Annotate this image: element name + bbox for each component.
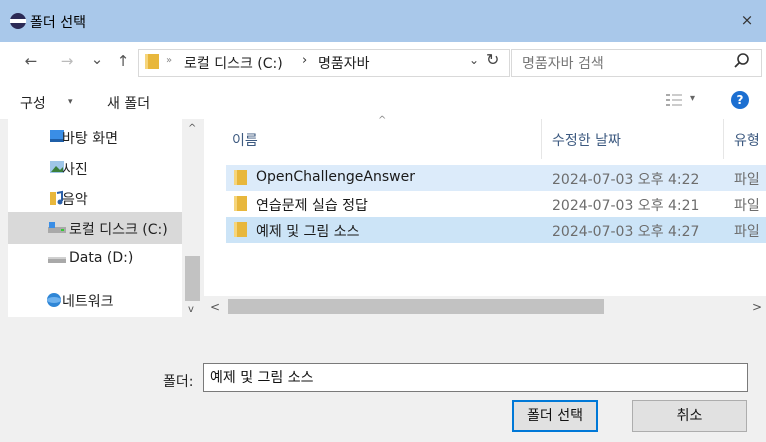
view-options-icon[interactable] [664,92,686,108]
up-button[interactable]: ↑ [114,51,132,71]
breadcrumb-chevron[interactable]: » [166,55,172,66]
file-type: 파일 [734,172,760,188]
organize-dropdown-icon[interactable]: ▾ [68,97,73,107]
new-folder-button[interactable]: 새 폴더 [107,93,150,113]
breadcrumb-separator-icon[interactable]: › [302,53,307,68]
file-name: OpenChallengeAnswer [256,169,415,185]
folder-field-label: 폴더: [163,374,194,390]
forward-button[interactable]: → [58,51,76,71]
folder-icon [145,54,159,69]
file-row[interactable]: 예제 및 그림 소스 2024-07-03 오후 4:27 파일 [226,217,766,243]
folder-icon [234,196,247,211]
nav-item-pictures[interactable]: 사진 [8,152,182,184]
drive-icon [48,257,66,263]
nav-label: 네트워크 [62,294,114,310]
drive-icon [48,222,66,233]
organize-button[interactable]: 구성 [20,93,46,113]
eclipse-app-icon [10,13,26,29]
network-icon [47,293,61,307]
refresh-icon[interactable]: ↻ [486,50,499,69]
nav-item-local-disk-c[interactable]: 로컬 디스크 (C:) [8,212,182,244]
file-type: 파일 [734,224,760,240]
file-row[interactable]: 연습문제 실습 정답 2024-07-03 오후 4:21 파일 [226,191,766,217]
search-icon[interactable] [733,52,751,70]
close-button[interactable]: × [737,10,757,30]
scroll-down-icon[interactable]: v [188,304,194,315]
column-header-type[interactable]: 유형 [734,130,760,150]
nav-item-desktop[interactable]: 바탕 화면 [8,121,182,153]
nav-item-music[interactable]: 음악 [8,182,182,214]
column-header-name[interactable]: 이름 [232,130,258,150]
folder-icon [234,170,247,185]
column-divider[interactable] [541,119,542,159]
file-date: 2024-07-03 오후 4:27 [552,224,700,240]
file-name: 연습문제 실습 정답 [256,198,368,214]
file-row[interactable]: OpenChallengeAnswer 2024-07-03 오후 4:22 파… [226,165,766,191]
nav-item-data-d[interactable]: Data (D:) [8,243,182,275]
nav-label: 바탕 화면 [62,131,118,147]
folder-input[interactable] [204,364,730,389]
help-icon[interactable]: ? [731,91,749,109]
folder-icon [234,222,247,237]
view-dropdown-icon[interactable]: ▾ [690,93,695,104]
file-name: 예제 및 그림 소스 [256,224,360,240]
nav-item-network[interactable]: 네트워크 [8,284,182,316]
nav-label: 로컬 디스크 (C:) [69,222,168,238]
file-scroll-thumb[interactable] [228,299,604,314]
address-dropdown-icon[interactable]: ⌄ [469,53,479,67]
search-placeholder[interactable]: 명품자바 검색 [522,53,604,73]
select-folder-button[interactable]: 폴더 선택 [512,400,598,432]
nav-scroll-thumb[interactable] [185,256,200,301]
column-divider[interactable] [723,119,724,159]
breadcrumb-drive[interactable]: 로컬 디스크 (C:) [184,53,283,73]
back-button[interactable]: ← [22,51,40,71]
sort-ascending-icon: ^ [378,115,387,126]
scroll-right-icon[interactable]: > [752,300,762,314]
breadcrumb-current[interactable]: 명품자바 [318,53,370,73]
file-type: 파일 [734,198,760,214]
folder-field[interactable] [203,363,748,392]
scroll-up-icon[interactable]: ^ [188,123,196,134]
window-title: 폴더 선택 [30,15,86,31]
nav-label: 사진 [62,162,88,178]
column-header-date[interactable]: 수정한 날짜 [552,130,621,150]
cancel-button[interactable]: 취소 [632,400,747,432]
scroll-left-icon[interactable]: < [210,300,220,314]
title-bar [0,0,766,42]
file-date: 2024-07-03 오후 4:22 [552,172,700,188]
nav-label: 음악 [62,192,88,208]
nav-label: Data (D:) [69,250,134,266]
file-date: 2024-07-03 오후 4:21 [552,198,700,214]
recent-locations-button[interactable]: ⌄ [88,49,106,69]
